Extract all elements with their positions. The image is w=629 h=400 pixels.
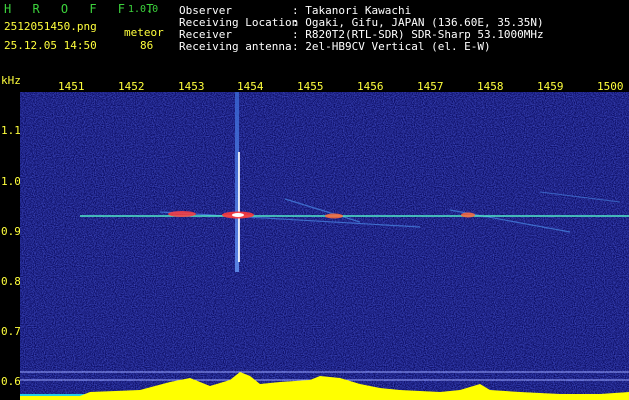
app-version: 1.0.0 — [128, 4, 159, 15]
noise-layer — [20, 92, 629, 400]
meteor-echo — [168, 211, 196, 217]
y-tick-label: 1.1 — [1, 124, 21, 137]
antenna-label: Receiving antenna — [179, 40, 292, 53]
interference-core — [238, 152, 240, 262]
y-tick-label: 0.7 — [1, 325, 21, 338]
image-filename: 2512051450.png — [4, 20, 97, 33]
detector-label: meteor — [124, 26, 164, 39]
y-tick-label: 1.0 — [1, 175, 21, 188]
spectrogram-plot — [20, 92, 629, 400]
y-tick-label: 0.9 — [1, 225, 21, 238]
y-tick-label: 0.8 — [1, 275, 21, 288]
meteor-echo-core — [232, 213, 244, 217]
header-panel: H R O F F T 1.0.0 2512051450.png 25.12.0… — [0, 0, 629, 72]
y-unit-label: kHz — [1, 74, 21, 87]
meteor-echo — [325, 213, 343, 219]
observation-datetime: 25.12.05 14:50 — [4, 39, 97, 52]
detector-count: 86 — [140, 39, 154, 52]
antenna-value: : 2el-HB9CV Vertical (el. E-W) — [292, 40, 491, 53]
y-tick-label: 0.6 — [1, 375, 21, 388]
meteor-echo — [461, 212, 475, 218]
